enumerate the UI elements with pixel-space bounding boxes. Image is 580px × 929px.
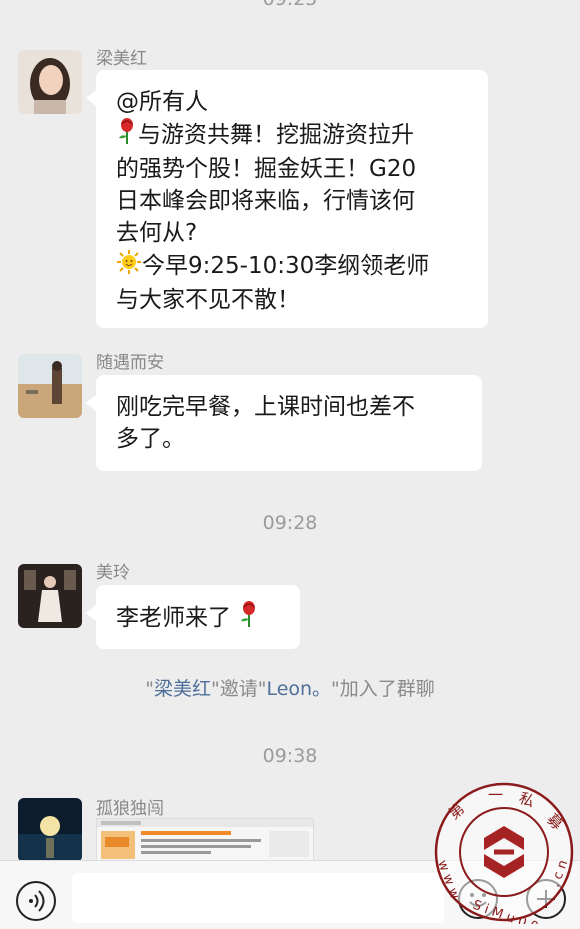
- svg-text:私: 私: [517, 789, 537, 811]
- rose-emoji: [238, 601, 260, 636]
- message-line: 与游资共舞！挖掘游资拉升: [116, 118, 468, 153]
- svg-text:一: 一: [488, 786, 503, 804]
- avatar[interactable]: [18, 798, 82, 862]
- rose-emoji: [116, 118, 138, 153]
- message-text: 今早9:25-10:30李纲领老师: [142, 253, 430, 279]
- message-line: 去何从?: [116, 220, 198, 246]
- system-message: "梁美红"邀请"Leon。"加入了群聊: [0, 674, 580, 701]
- plus-button[interactable]: [526, 879, 566, 919]
- message-line: 多了。: [116, 426, 185, 452]
- sender-name: 美玲: [96, 563, 130, 583]
- timestamp: 09:28: [262, 512, 318, 534]
- svg-text:募: 募: [543, 810, 566, 833]
- message-line: 刚吃完早餐，上课时间也差不: [116, 394, 415, 420]
- timestamp: 09:38: [262, 745, 318, 767]
- avatar[interactable]: [18, 50, 82, 114]
- svg-text:第: 第: [445, 800, 468, 823]
- plus-icon: [537, 890, 555, 908]
- avatar[interactable]: [18, 564, 82, 628]
- message-bubble[interactable]: 李老师来了: [86, 585, 300, 649]
- voice-icon: [29, 890, 45, 912]
- sun-emoji: [116, 249, 142, 284]
- woman-dress-avatar: [18, 564, 82, 628]
- message-text: 与游资共舞！挖掘游资拉升: [138, 122, 414, 148]
- message-text: 李老师来了: [116, 605, 231, 631]
- woman-portrait-avatar: [18, 50, 82, 114]
- message-line: 今早9:25-10:30李纲领老师: [116, 249, 468, 284]
- moon-night-avatar: [18, 798, 82, 862]
- voice-button[interactable]: [16, 881, 56, 921]
- message-bubble[interactable]: 刚吃完早餐，上课时间也差不 多了。: [86, 375, 482, 471]
- timestamp-top: 09:25: [0, 0, 580, 10]
- emoji-face-icon: [469, 893, 487, 907]
- inviter-link[interactable]: 梁美红: [154, 678, 211, 700]
- system-text: ": [145, 678, 154, 700]
- message-line: 的强势个股！掘金妖王！G20: [116, 156, 417, 182]
- avatar[interactable]: [18, 354, 82, 418]
- message-line: 与大家不见不散！: [116, 287, 300, 313]
- sender-name: 梁美红: [96, 49, 147, 69]
- message-line: 李老师来了: [116, 601, 280, 636]
- sender-name: 孤狼独闯: [96, 799, 164, 819]
- sender-name: 随遇而安: [96, 353, 164, 373]
- emoji-button[interactable]: [458, 879, 498, 919]
- invitee-link[interactable]: Leon。: [266, 678, 331, 700]
- system-text: "加入了群聊: [331, 678, 435, 700]
- input-bar: [0, 860, 580, 929]
- beach-photo-avatar: [18, 354, 82, 418]
- message-bubble[interactable]: @所有人 与游资共舞！挖掘游资拉升 的强势个股！掘金妖王！G20 日本峰会即将来…: [86, 70, 488, 328]
- message-line: @所有人: [116, 89, 208, 115]
- message-line: 日本峰会即将来临，行情该何: [116, 188, 415, 214]
- image-preview[interactable]: [96, 818, 314, 862]
- message-input[interactable]: [72, 873, 444, 923]
- system-text: "邀请": [210, 678, 267, 700]
